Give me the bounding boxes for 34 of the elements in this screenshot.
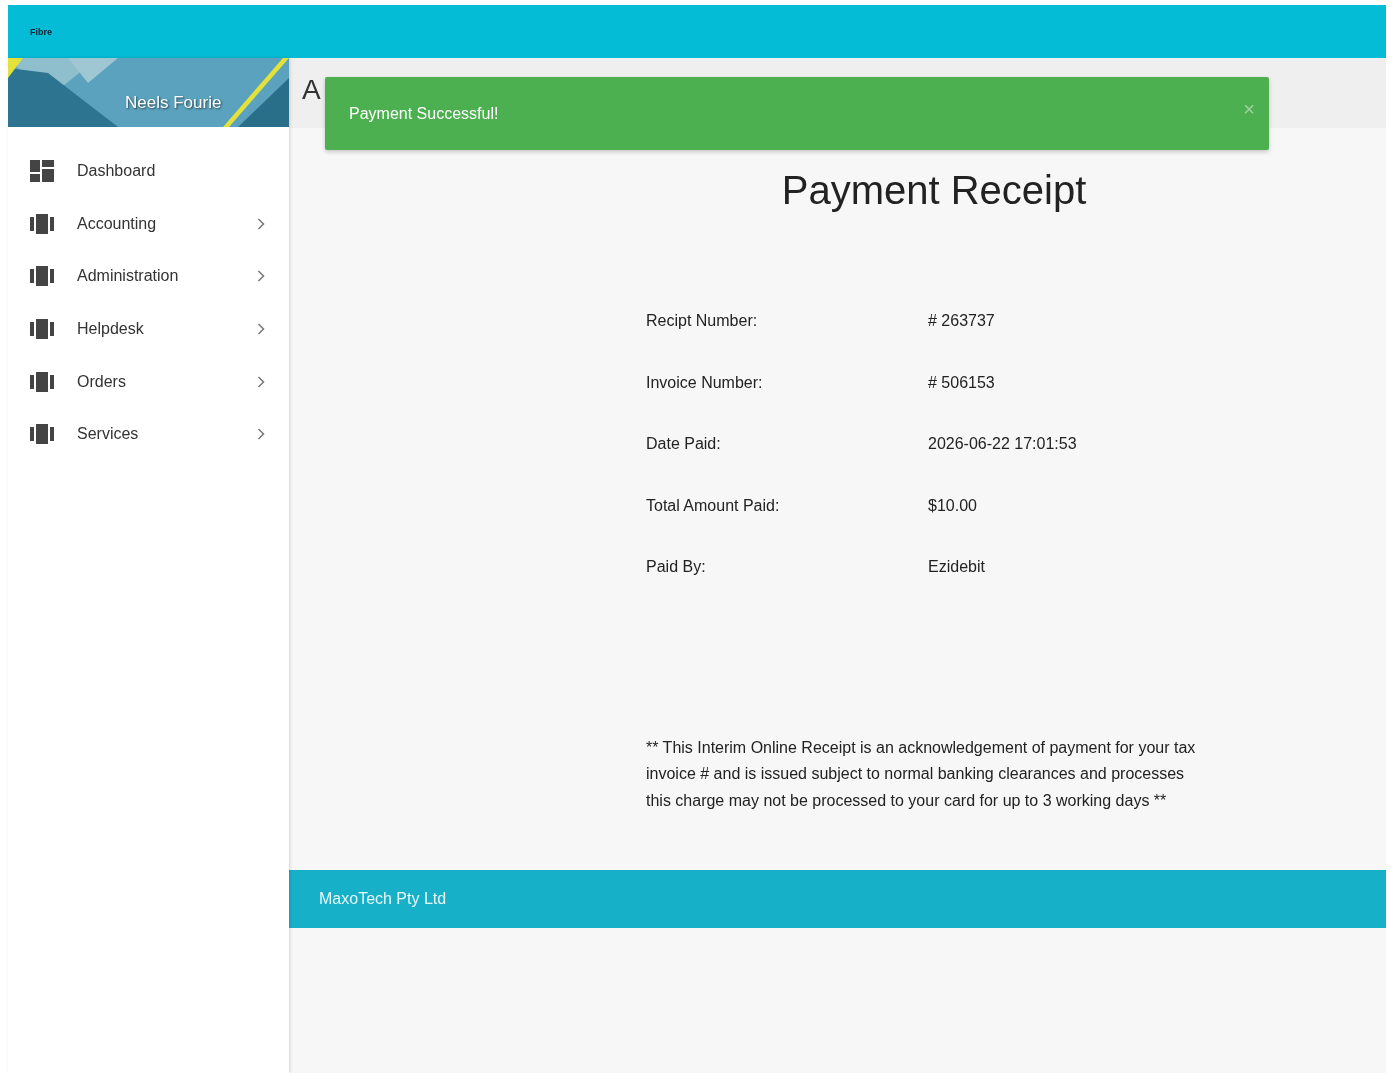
dashboard-icon [30, 160, 54, 183]
logo[interactable]: Fibre [30, 27, 52, 37]
chevron-icon [257, 270, 265, 283]
footer-text: MaxoTech Pty Ltd [319, 889, 447, 910]
carousel-icon [30, 212, 54, 235]
page-title: A [302, 76, 321, 104]
field-value: # 506153 [928, 372, 995, 393]
receipt-title: Payment Receipt [780, 167, 1088, 214]
carousel-icon [30, 423, 54, 446]
field-label: Paid By: [646, 557, 707, 578]
chevron-icon [257, 375, 265, 388]
field-label: Total Amount Paid: [646, 495, 781, 516]
field-value: # 263737 [928, 311, 995, 331]
user-name: Neels Fourie [125, 92, 222, 114]
field-value: Ezidebit [928, 557, 985, 578]
sidebar-item[interactable]: Accounting [8, 197, 289, 251]
alert-message: Payment Successful! [349, 103, 499, 124]
chevron-icon [257, 428, 265, 441]
sidebar-item[interactable]: Orders [8, 355, 289, 408]
field-label: Invoice Number: [646, 372, 764, 393]
carousel-icon [30, 318, 54, 341]
sidebar-item[interactable]: Dashboard [8, 145, 289, 198]
chevron-icon [257, 217, 265, 230]
field-label: Date Paid: [646, 434, 722, 455]
field-value: 2026-06-22 17:01:53 [928, 434, 1077, 455]
sidebar-item[interactable]: Administration [8, 250, 289, 303]
sidebar-item[interactable]: Helpdesk [8, 302, 289, 356]
field-label: Recipt Number: [646, 311, 759, 331]
chevron-icon [257, 323, 265, 336]
sidebar-item[interactable]: Services [8, 407, 289, 461]
receipt-note: ** This Interim Online Receipt is an acknowledgement of payment for your tax invoice # and is issued subject to normal banking clearances and processes this charge may not be processed to your card for up to 3 working days ** [646, 737, 1197, 811]
carousel-icon [30, 370, 54, 393]
carousel-icon [30, 265, 54, 288]
field-value: $10.00 [928, 495, 977, 516]
